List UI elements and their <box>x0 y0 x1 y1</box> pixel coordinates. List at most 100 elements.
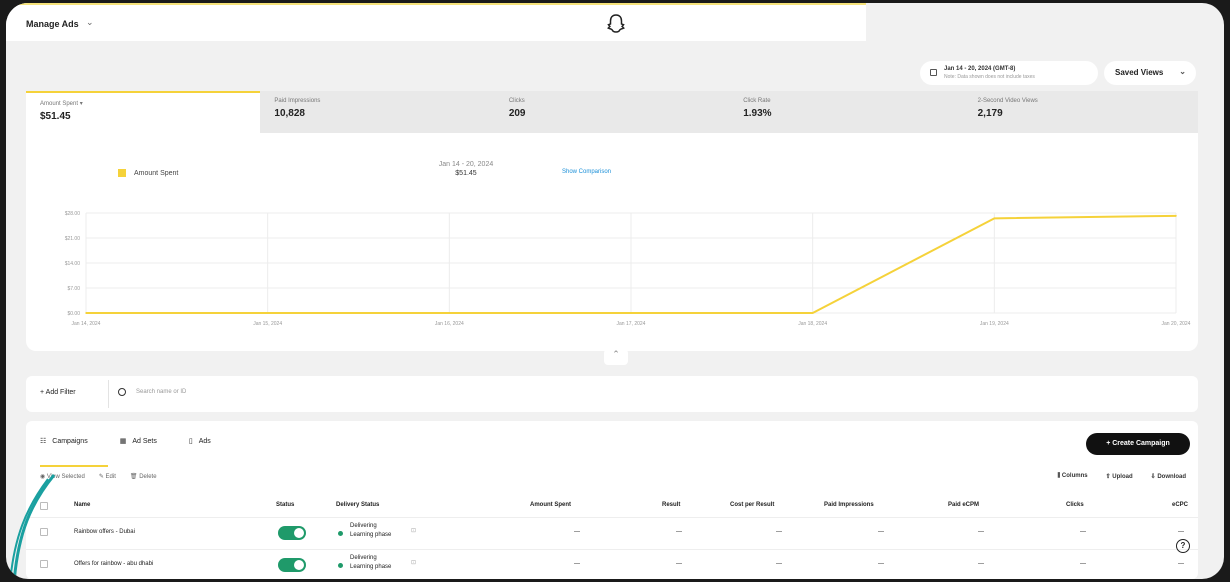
col-header[interactable]: Clicks <box>1066 502 1084 508</box>
create-campaign-label: Create Campaign <box>1112 440 1170 447</box>
metric-label: Click Rate <box>743 98 771 104</box>
metric-click-rate[interactable]: Click Rate 1.93% <box>729 91 964 133</box>
x-tick-label: Jan 16, 2024 <box>435 321 464 327</box>
tab-ads[interactable]: ▯ Ads <box>189 437 211 446</box>
app-frame: Manage Ads ⌄ Jan 14 - 20, 2024 (GMT-8) N… <box>6 3 1224 579</box>
table-header: Name Status Delivery Status Amount Spent… <box>26 495 1198 517</box>
delete-button[interactable]: 🗑 Delete <box>130 473 157 480</box>
table-row[interactable]: Rainbow offers - Dubai Delivering Learni… <box>26 517 1198 547</box>
saved-views-dropdown[interactable]: Saved Views ⌄ <box>1104 61 1196 85</box>
metric-value: 1.93% <box>743 108 772 119</box>
metric-value: 2,179 <box>977 108 1003 119</box>
info-icon[interactable]: ⊡ <box>411 559 416 566</box>
tab-label: Ad Sets <box>132 437 157 445</box>
table-actions: ⫼ Columns ⇧ Upload ⇩ Download <box>1057 473 1186 480</box>
cell-ecpm: — <box>978 561 984 567</box>
edit-label: Edit <box>105 474 116 480</box>
upload-button[interactable]: ⇧ Upload <box>1106 473 1133 480</box>
col-header[interactable]: Amount Spent <box>530 502 571 508</box>
active-tab-indicator <box>40 465 108 467</box>
metric-label: Clicks <box>508 98 525 104</box>
period-value: $51.45 <box>455 170 477 177</box>
trash-icon: 🗑 <box>129 474 138 480</box>
pencil-icon: ✎ <box>98 474 104 480</box>
metric-clicks[interactable]: Clicks 209 <box>494 91 730 133</box>
cell-ecpc: — <box>1178 561 1184 567</box>
status-toggle[interactable] <box>278 526 306 540</box>
y-tick-label: $7.00 <box>67 286 80 292</box>
page-title[interactable]: Manage Ads <box>26 19 79 29</box>
col-header[interactable]: Name <box>74 502 90 508</box>
metric-label: 2-Second Video Views <box>977 98 1038 104</box>
table-row[interactable]: Offers for rainbow - abu dhabi Deliverin… <box>26 549 1198 579</box>
col-header[interactable]: Paid eCPM <box>948 502 979 508</box>
delivery-dot <box>338 531 343 536</box>
delivery-dot <box>338 563 343 568</box>
cell-result: — <box>676 529 682 535</box>
col-header[interactable]: Paid Impressions <box>824 502 874 508</box>
chevron-down-icon: ⌄ <box>1179 67 1186 76</box>
date-range-picker[interactable]: Jan 14 - 20, 2024 (GMT-8) Note: Data sho… <box>920 61 1098 85</box>
metric-amount-spent[interactable]: Amount Spent ▾ $51.45 <box>26 91 261 133</box>
col-header[interactable]: Status <box>276 502 294 508</box>
col-header[interactable]: Cost per Result <box>730 502 774 508</box>
add-filter-button[interactable]: + Add Filter <box>40 389 76 396</box>
cell-impressions: — <box>878 561 884 567</box>
campaigns-icon: ☷ <box>40 438 47 445</box>
chevron-down-icon[interactable]: ⌄ <box>86 17 94 28</box>
tab-ad-sets[interactable]: ▦ Ad Sets <box>119 437 157 446</box>
cell-amount: — <box>574 529 580 535</box>
delete-label: Delete <box>139 474 157 480</box>
top-nav: Manage Ads ⌄ <box>6 3 866 41</box>
snapchat-ghost-icon[interactable] <box>606 13 626 35</box>
campaign-name[interactable]: Offers for rainbow - abu dhabi <box>74 561 153 567</box>
col-header[interactable]: eCPC <box>1172 502 1188 508</box>
divider <box>108 380 109 408</box>
y-tick-label: $0.00 <box>67 311 80 317</box>
col-header[interactable]: Result <box>662 502 680 508</box>
metric-video-views[interactable]: 2-Second Video Views 2,179 <box>963 91 1199 133</box>
cell-ecpc: — <box>1178 529 1184 535</box>
data-point <box>811 312 814 314</box>
data-point <box>266 312 269 314</box>
cell-impressions: — <box>878 529 884 535</box>
search-icon <box>118 388 126 396</box>
download-button[interactable]: ⇩ Download <box>1151 473 1186 480</box>
data-point <box>1175 215 1177 217</box>
download-icon: ⇩ <box>1150 474 1156 480</box>
campaign-table-card: ☷ Campaigns ▦ Ad Sets ▯ Ads + Create Campai… <box>26 421 1198 579</box>
data-point <box>448 312 451 314</box>
x-tick-label: Jan 18, 2024 <box>798 321 827 327</box>
tab-label: Ads <box>198 437 211 445</box>
info-icon[interactable]: ⊡ <box>411 527 416 534</box>
tab-campaigns[interactable]: ☷ Campaigns <box>40 437 88 446</box>
ad-sets-icon: ▦ <box>119 438 127 445</box>
show-comparison-link[interactable]: Show Comparison <box>562 169 611 175</box>
caret-down-icon[interactable]: ▾ <box>80 101 83 107</box>
columns-button[interactable]: ⫼ Columns <box>1057 473 1087 480</box>
col-header[interactable]: Delivery Status <box>336 502 379 508</box>
create-campaign-button[interactable]: + Create Campaign <box>1086 433 1190 455</box>
metric-paid-impressions[interactable]: Paid Impressions 10,828 <box>260 91 495 133</box>
upload-label: Upload <box>1112 474 1133 480</box>
chart-card: Amount Spent Jan 14 - 20, 2024 $51.45 Sh… <box>26 133 1198 351</box>
metric-value: 209 <box>508 108 526 119</box>
search-input[interactable]: Search name or ID <box>136 389 186 395</box>
add-filter-label: Add Filter <box>45 389 76 396</box>
x-tick-label: Jan 20, 2024 <box>1162 321 1191 327</box>
cell-ecpm: — <box>978 529 984 535</box>
help-icon[interactable]: ? <box>1176 539 1190 553</box>
tab-label: Campaigns <box>52 437 88 445</box>
x-tick-label: Jan 15, 2024 <box>253 321 282 327</box>
status-toggle[interactable] <box>278 558 306 572</box>
edit-button[interactable]: ✎ Edit <box>99 473 116 480</box>
saved-views-label: Saved Views <box>1115 68 1164 77</box>
x-tick-label: Jan 17, 2024 <box>617 321 646 327</box>
x-tick-label: Jan 14, 2024 <box>72 321 101 327</box>
metric-label: Amount Spent <box>40 101 79 107</box>
y-tick-label: $28.00 <box>65 211 81 217</box>
cell-cost: — <box>776 529 782 535</box>
campaign-name[interactable]: Rainbow offers - Dubai <box>74 529 135 535</box>
data-point <box>85 312 87 314</box>
collapse-chart-button[interactable]: ⌃ <box>604 349 628 365</box>
